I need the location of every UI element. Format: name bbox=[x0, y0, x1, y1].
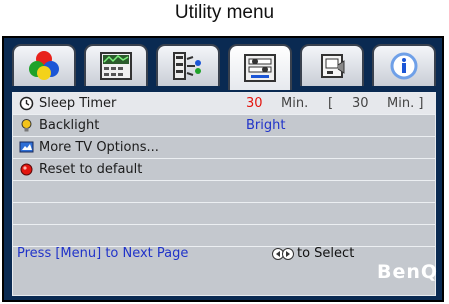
backlight-value: Bright bbox=[246, 118, 286, 133]
menu-panel: Sleep Timer 30 Min. [ 30 Min. ] Backligh… bbox=[12, 92, 439, 296]
clock-icon bbox=[19, 96, 34, 111]
menu-item-reset-to-default[interactable]: Reset to default bbox=[13, 159, 435, 181]
empty-row bbox=[13, 181, 435, 203]
menu-tabs bbox=[12, 44, 440, 90]
utility-icon bbox=[244, 54, 276, 82]
menu-caption: Utility menu bbox=[174, 2, 275, 23]
tab-input[interactable] bbox=[156, 44, 220, 86]
menu-item-more-tv-options[interactable]: More TV Options... bbox=[13, 137, 435, 159]
left-right-arrows-icon bbox=[272, 248, 294, 260]
menu-item-label: Backlight bbox=[39, 118, 100, 133]
bracket-open: [ bbox=[328, 96, 334, 111]
reset-icon bbox=[20, 163, 33, 176]
menu-item-label: More TV Options... bbox=[39, 140, 159, 155]
menu-item-backlight[interactable]: Backlight Bright bbox=[13, 115, 435, 137]
tab-information[interactable] bbox=[372, 44, 436, 86]
brand-logo: BenQ bbox=[377, 261, 439, 283]
empty-row bbox=[13, 203, 435, 225]
tab-picture[interactable] bbox=[12, 44, 76, 86]
tab-utility[interactable] bbox=[228, 44, 292, 90]
next-page-hint: Press [Menu] to Next Page bbox=[17, 246, 189, 261]
menu-item-label: Sleep Timer bbox=[39, 96, 117, 111]
info-icon bbox=[390, 52, 418, 80]
sleep-timer-value: 30 bbox=[246, 96, 263, 111]
sleep-timer-current-unit: Min. ] bbox=[387, 96, 424, 111]
tab-display[interactable] bbox=[84, 44, 148, 86]
tv-options-icon bbox=[19, 141, 34, 153]
menu-item-label: Reset to default bbox=[39, 162, 143, 177]
color-palette-icon bbox=[29, 51, 59, 80]
lightbulb-icon bbox=[21, 119, 32, 132]
sleep-timer-current: 30 bbox=[352, 96, 369, 111]
empty-row bbox=[13, 225, 435, 247]
tab-installation[interactable] bbox=[300, 44, 364, 86]
input-source-icon bbox=[173, 52, 201, 80]
installation-icon bbox=[321, 54, 345, 78]
display-settings-icon bbox=[100, 52, 132, 80]
sleep-timer-unit: Min. bbox=[281, 96, 309, 111]
osd-window: Sleep Timer 30 Min. [ 30 Min. ] Backligh… bbox=[2, 36, 444, 302]
select-hint: to Select bbox=[297, 246, 355, 261]
menu-item-sleep-timer[interactable]: Sleep Timer 30 Min. [ 30 Min. ] bbox=[13, 93, 435, 115]
